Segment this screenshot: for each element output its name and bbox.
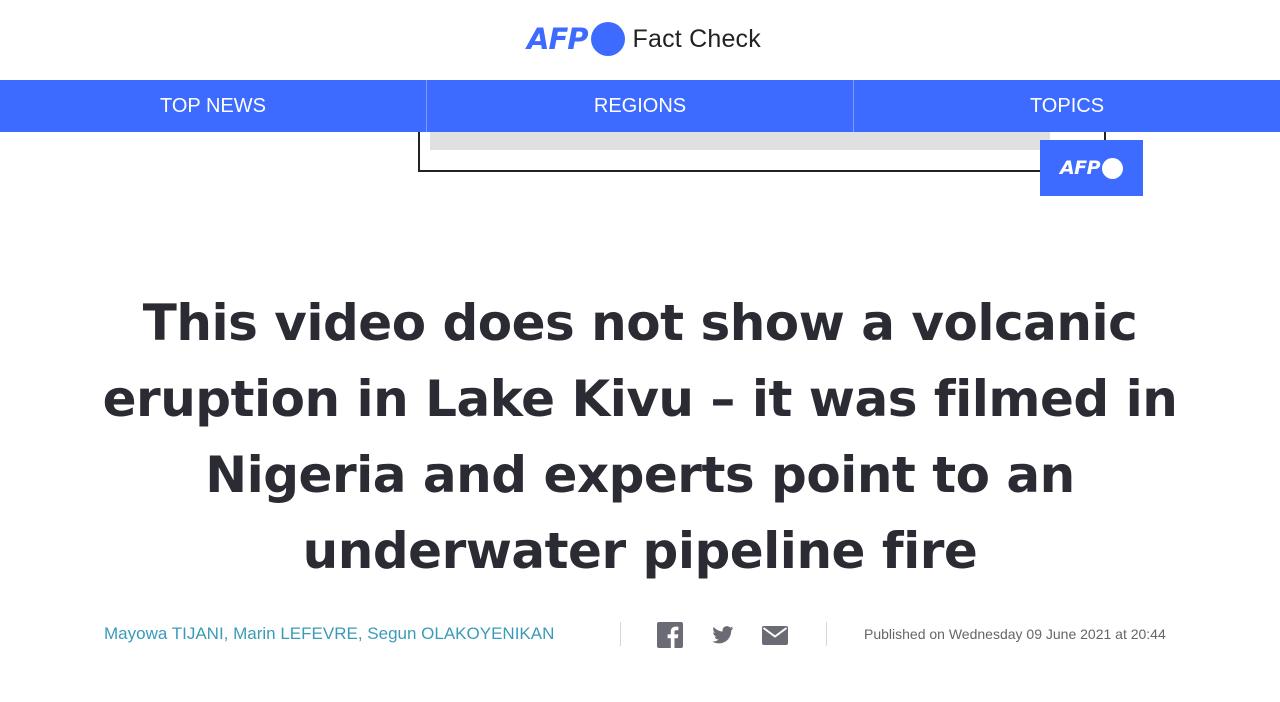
afp-fact-check-logo[interactable]: AFP Fact Check: [527, 22, 761, 56]
afp-badge: AFP: [1040, 140, 1143, 196]
nav-item-top-news[interactable]: TOP NEWS: [0, 80, 426, 132]
author-link[interactable]: Segun OLAKOYENIKAN: [367, 624, 554, 643]
afp-logo-text: AFP: [527, 21, 589, 56]
nav-item-topics[interactable]: TOPICS: [854, 80, 1280, 132]
byline-divider: [826, 622, 827, 646]
main-nav: TOP NEWS REGIONS TOPICS: [0, 80, 1280, 132]
afp-badge-text: AFP: [1059, 157, 1101, 179]
article-title: This video does not show a volcanic erup…: [102, 294, 1178, 580]
author-separator: ,: [357, 624, 368, 643]
byline-divider: [620, 622, 621, 646]
email-icon[interactable]: [762, 626, 788, 645]
twitter-icon[interactable]: [712, 626, 734, 644]
facebook-icon[interactable]: [657, 622, 683, 648]
nav-item-regions[interactable]: REGIONS: [427, 80, 853, 132]
byline: Mayowa TIJANI, Marin LEFEVRE, Segun OLAK…: [0, 618, 1280, 652]
site-header: AFP Fact Check: [0, 20, 1280, 58]
afp-logo-dot: [590, 22, 625, 56]
publish-date: Published on Wednesday 09 June 2021 at 2…: [864, 626, 1166, 642]
afp-badge-dot: [1102, 157, 1124, 179]
author-link[interactable]: Mayowa TIJANI: [104, 624, 224, 643]
author-separator: ,: [223, 624, 234, 643]
author-link[interactable]: Marin LEFEVRE: [233, 624, 358, 643]
product-name: Fact Check: [632, 24, 761, 53]
media-frame-fill: [430, 132, 1050, 150]
author-list: Mayowa TIJANI, Marin LEFEVRE, Segun OLAK…: [104, 624, 554, 644]
media-frame: [418, 132, 1106, 172]
